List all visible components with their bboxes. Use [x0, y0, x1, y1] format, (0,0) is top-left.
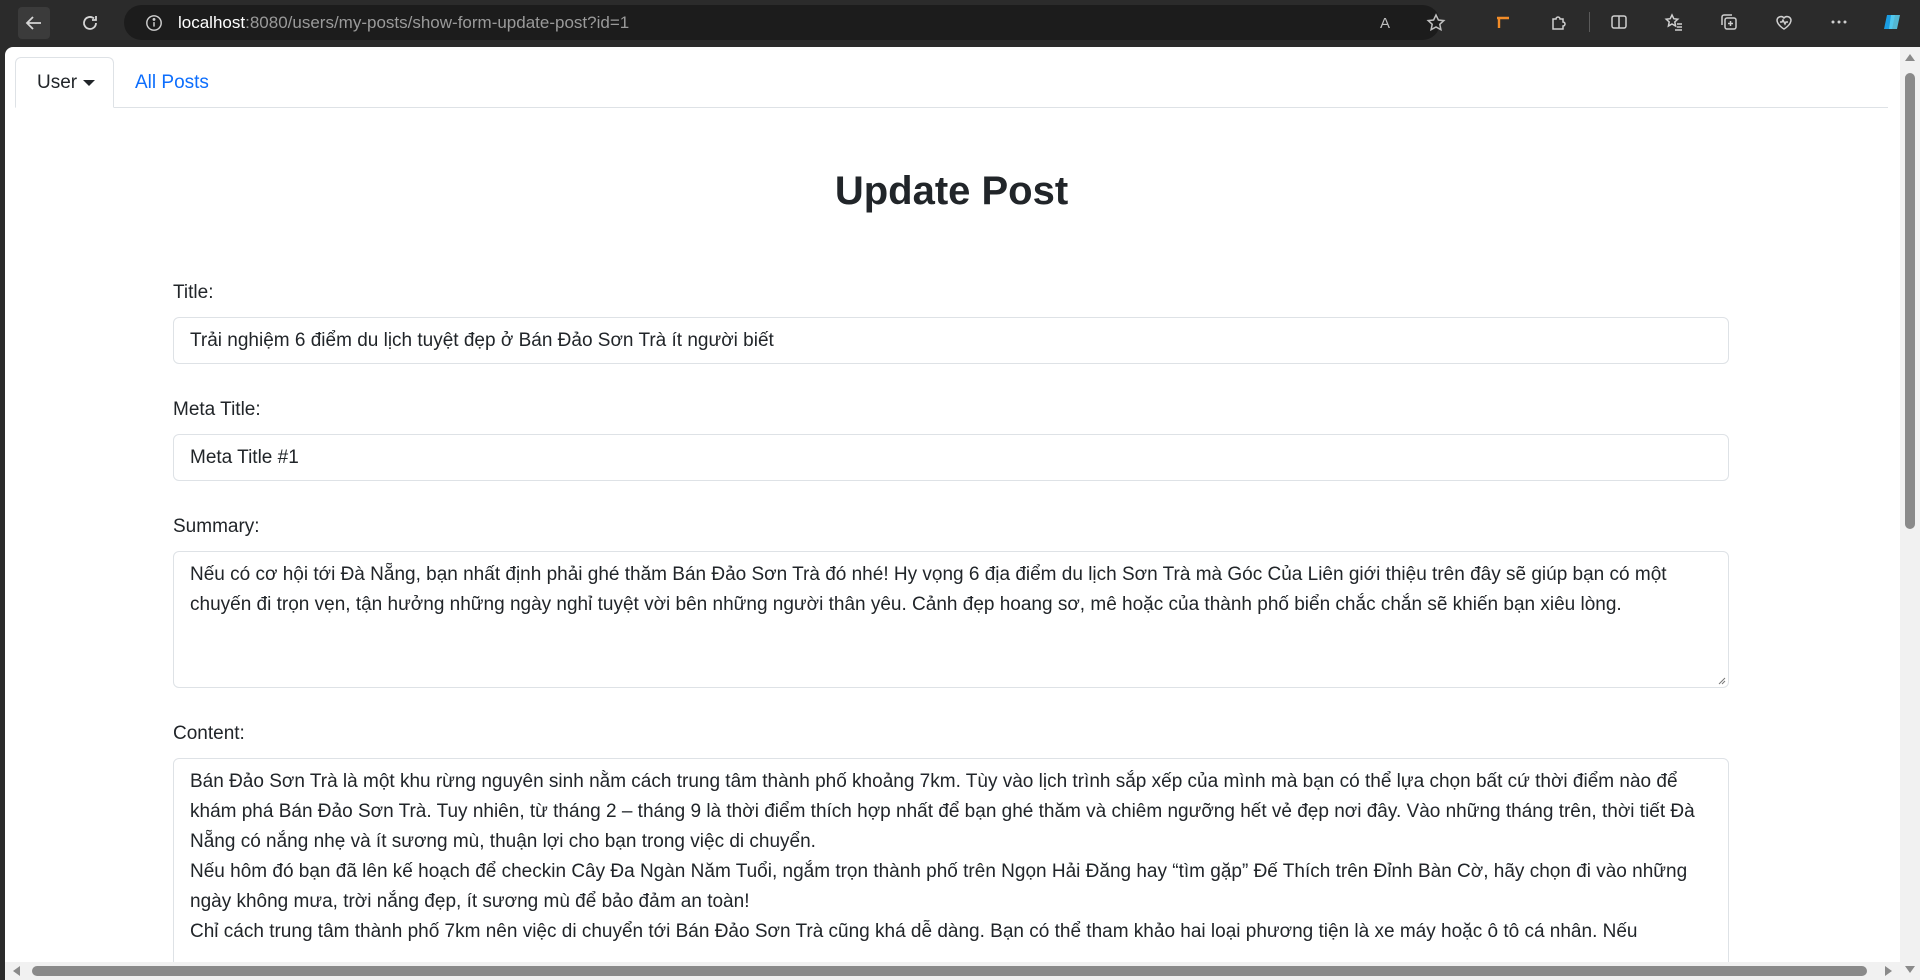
split-screen-icon[interactable]	[1607, 10, 1631, 34]
favorites-icon[interactable]	[1662, 10, 1686, 34]
vertical-scrollbar[interactable]	[1900, 47, 1920, 980]
scroll-up-icon[interactable]	[1905, 54, 1915, 61]
address-bar[interactable]: localhost:8080/users/my-posts/show-form-…	[124, 5, 1446, 40]
all-posts-link[interactable]: All Posts	[114, 57, 230, 108]
summary-label: Summary:	[173, 516, 260, 537]
title-label: Title:	[173, 282, 214, 303]
url-text[interactable]: localhost:8080/users/my-posts/show-form-…	[178, 13, 629, 33]
vertical-scroll-thumb[interactable]	[1905, 73, 1915, 529]
toolbar-separator	[1589, 12, 1590, 32]
page-title: Update Post	[834, 169, 1069, 213]
caret-down-icon	[83, 79, 96, 86]
summary-text: Nếu có cơ hội tới Đà Nẵng, bạn nhất định…	[190, 564, 1667, 615]
more-options-icon[interactable]	[1827, 10, 1851, 34]
content-label: Content:	[173, 723, 245, 744]
site-info-icon[interactable]	[145, 14, 163, 32]
extension-icon[interactable]	[1491, 10, 1515, 34]
user-dropdown-tab[interactable]: User	[15, 57, 114, 108]
scroll-right-icon[interactable]	[1885, 966, 1892, 976]
summary-textarea[interactable]: Nếu có cơ hội tới Đà Nẵng, bạn nhất định…	[173, 551, 1729, 688]
browser-toolbar: localhost:8080/users/my-posts/show-form-…	[0, 0, 1920, 45]
scroll-down-icon[interactable]	[1905, 966, 1915, 973]
content-textarea[interactable]: Bán Đảo Sơn Trà là một khu rừng nguyên s…	[173, 758, 1729, 980]
reload-icon[interactable]	[74, 7, 106, 39]
meta-title-input[interactable]: Meta Title #1	[173, 434, 1729, 481]
collections-icon[interactable]	[1717, 10, 1741, 34]
nav-tabs: User All Posts	[15, 57, 1888, 108]
scroll-left-icon[interactable]	[13, 966, 20, 976]
back-icon[interactable]	[18, 7, 50, 39]
meta-title-label: Meta Title:	[173, 399, 261, 420]
extensions-puzzle-icon[interactable]	[1547, 10, 1571, 34]
horizontal-scrollbar[interactable]	[5, 962, 1900, 980]
copilot-icon[interactable]	[1880, 10, 1904, 34]
title-input[interactable]: Trải nghiệm 6 điểm du lịch tuyệt đẹp ở B…	[173, 317, 1729, 364]
browser-essentials-icon[interactable]	[1772, 10, 1796, 34]
horizontal-scroll-thumb[interactable]	[32, 966, 1867, 976]
resize-handle-icon[interactable]	[1716, 675, 1726, 685]
favorite-star-icon[interactable]	[1425, 12, 1447, 34]
page-viewport: User All Posts Update Post Title: Trải n…	[5, 47, 1920, 980]
user-tab-label: User	[37, 71, 78, 93]
read-aloud-icon[interactable]: A	[1374, 12, 1396, 34]
